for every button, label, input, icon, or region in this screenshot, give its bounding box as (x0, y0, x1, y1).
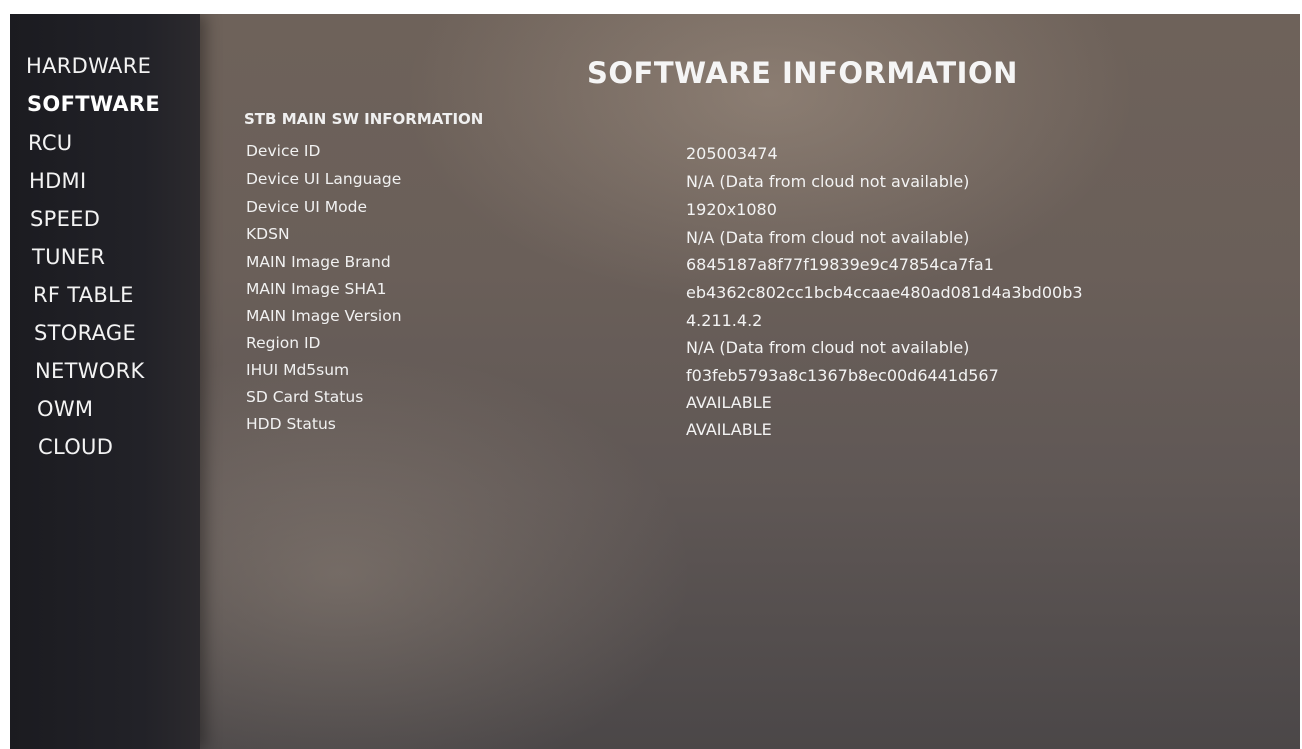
sidebar-item-cloud[interactable]: CLOUD (38, 435, 113, 459)
row-label-main-image-version: MAIN Image Version (246, 307, 402, 325)
sidebar-menu: HARDWARE SOFTWARE RCU HDMI SPEED TUNER R… (10, 14, 200, 749)
sidebar-item-storage[interactable]: STORAGE (34, 321, 136, 345)
row-label-main-image-sha1: MAIN Image SHA1 (246, 280, 387, 298)
row-value-kdsn: N/A (Data from cloud not available) (686, 228, 970, 247)
row-label-sd-card-status: SD Card Status (246, 388, 364, 406)
sidebar-item-hardware[interactable]: HARDWARE (26, 54, 151, 78)
row-label-device-id: Device ID (246, 142, 321, 160)
section-title: STB MAIN SW INFORMATION (244, 110, 484, 128)
row-value-main-image-brand: 6845187a8f77f19839e9c47854ca7fa1 (686, 255, 994, 274)
row-label-device-ui-mode: Device UI Mode (246, 198, 368, 216)
row-value-sd-card-status: AVAILABLE (686, 393, 772, 412)
row-value-hdd-status: AVAILABLE (686, 420, 772, 439)
row-value-device-ui-language: N/A (Data from cloud not available) (686, 172, 970, 191)
row-label-region-id: Region ID (246, 334, 321, 352)
sidebar-item-network[interactable]: NETWORK (35, 359, 145, 383)
row-label-kdsn: KDSN (246, 225, 290, 243)
sidebar-item-hdmi[interactable]: HDMI (29, 169, 86, 193)
sidebar-item-tuner[interactable]: TUNER (32, 245, 105, 269)
sidebar-item-owm[interactable]: OWM (37, 397, 93, 421)
row-value-region-id: N/A (Data from cloud not available) (686, 338, 970, 357)
sidebar-item-rcu[interactable]: RCU (28, 131, 72, 155)
row-label-ihui-md5sum: IHUI Md5sum (246, 361, 350, 379)
row-value-main-image-sha1: eb4362c802cc1bcb4ccaae480ad081d4a3bd00b3 (686, 283, 1083, 302)
page-title: SOFTWARE INFORMATION (587, 56, 1018, 90)
row-value-ihui-md5sum: f03feb5793a8c1367b8ec00d6441d567 (686, 366, 999, 385)
row-label-device-ui-language: Device UI Language (246, 170, 402, 188)
sidebar-item-rf-table[interactable]: RF TABLE (33, 283, 134, 307)
row-value-device-ui-mode: 1920x1080 (686, 200, 777, 219)
row-label-main-image-brand: MAIN Image Brand (246, 253, 391, 271)
sidebar-item-speed[interactable]: SPEED (30, 207, 100, 231)
tv-screen: HARDWARE SOFTWARE RCU HDMI SPEED TUNER R… (10, 14, 1300, 749)
row-value-device-id: 205003474 (686, 144, 778, 163)
sidebar-item-software[interactable]: SOFTWARE (27, 92, 160, 116)
row-value-main-image-version: 4.211.4.2 (686, 311, 763, 330)
row-label-hdd-status: HDD Status (246, 415, 336, 433)
